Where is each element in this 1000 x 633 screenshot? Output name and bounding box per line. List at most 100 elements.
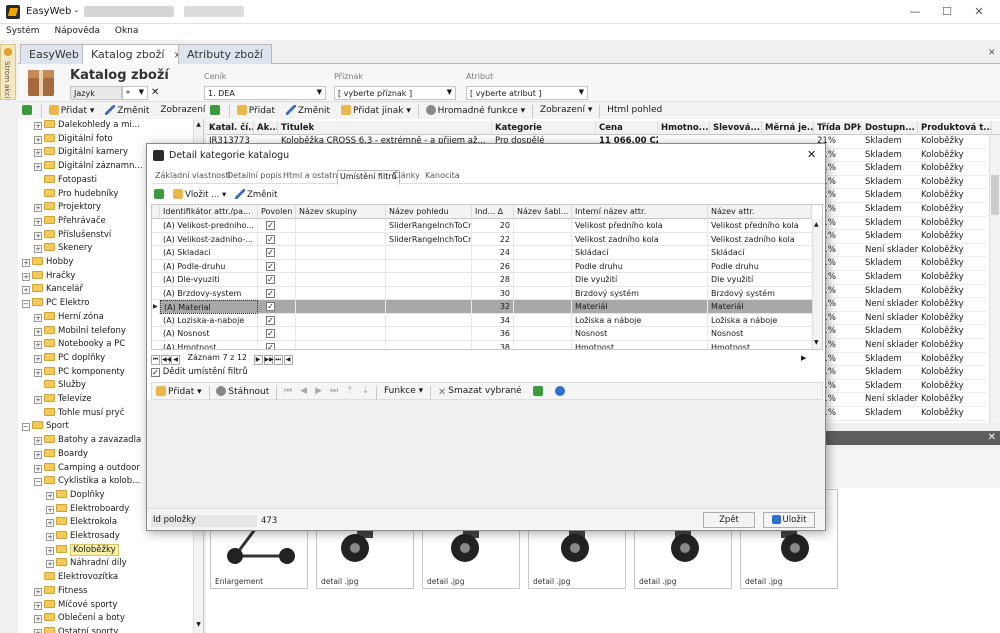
expand-icon[interactable]: + (34, 163, 42, 172)
nav-prev-icon[interactable]: ◀ (296, 383, 311, 396)
dialog-close-button[interactable]: ✕ (807, 148, 816, 161)
dialog-tab[interactable]: Články (391, 170, 422, 180)
tree-node[interactable]: Fotopasti (34, 174, 97, 188)
close-all-tabs-icon[interactable]: ✕ (988, 48, 996, 58)
tree-node[interactable]: + Fitness (34, 585, 87, 599)
expand-icon[interactable]: + (34, 313, 42, 322)
tab-atributy-zbozi[interactable]: Atributy zboží (178, 44, 272, 64)
tree-node[interactable]: + Digitální kamery (34, 146, 128, 160)
save-button[interactable]: Uložit (763, 512, 815, 528)
table-row[interactable]: (A) Podle-druhu ✓ 26 Podle druhu Podle druhu (152, 259, 820, 273)
scroll-left-button[interactable]: ◀ (283, 355, 293, 365)
tree-node[interactable]: Tohle musí pryč (34, 407, 124, 421)
filter-column-header[interactable]: Název šabl... (514, 205, 572, 219)
first-record-button[interactable]: ⏮ (151, 355, 160, 365)
nav-last-icon[interactable]: ⏭ (326, 383, 342, 396)
tree-node[interactable]: + Herní zóna (34, 311, 104, 325)
grid-column-header[interactable]: Kategorie (492, 121, 596, 135)
expand-icon[interactable]: + (34, 450, 42, 459)
enabled-checkbox[interactable]: ✓ (266, 315, 275, 325)
grid-view-button[interactable]: Zobrazení ▾ (536, 102, 596, 115)
expand-icon[interactable]: + (34, 135, 42, 144)
insert-button[interactable]: Vložit ... ▾ (173, 189, 226, 200)
enabled-checkbox[interactable]: ✓ (266, 248, 275, 257)
tree-node[interactable]: + Digitální foto (34, 133, 113, 147)
tree-node[interactable]: Služby (34, 379, 86, 393)
expand-icon[interactable]: + (34, 615, 42, 624)
expand-icon[interactable]: + (34, 354, 42, 363)
grid-column-header[interactable]: Produktová t... (918, 121, 992, 135)
enabled-checkbox[interactable]: ✓ (266, 302, 275, 311)
dialog-edit-button[interactable]: Změnit (235, 189, 277, 200)
enabled-checkbox[interactable]: ✓ (266, 342, 275, 349)
tree-node[interactable]: + Přehrávače (34, 215, 106, 229)
dialog-tab[interactable]: Detailní popis (225, 170, 284, 180)
tree-node[interactable]: + Dalekohledy a mi... (34, 119, 140, 133)
tree-node[interactable]: + Notebooky a PC (34, 338, 125, 352)
enabled-checkbox[interactable]: ✓ (266, 234, 275, 244)
tree-node[interactable]: − Sport (22, 420, 69, 434)
functions-button[interactable]: Funkce ▾ (380, 383, 427, 396)
tree-node[interactable]: + Hobby (22, 256, 73, 270)
grid-add-other-button[interactable]: Přidat jinak ▾ (337, 102, 415, 116)
cenik-select[interactable]: 1. DEA ▼ (204, 86, 326, 100)
expand-icon[interactable]: + (46, 560, 54, 569)
nav-first-icon[interactable]: ⏮ (280, 383, 296, 396)
collapse-icon[interactable]: − (22, 423, 30, 432)
dialog-tab[interactable]: Kanocita (423, 170, 462, 180)
priznak-select[interactable]: [ vyberte příznak ] ▼ (334, 86, 456, 100)
table-row[interactable]: (A) Brzdovy-system ✓ 30 Brzdový systém Brzdo… (152, 286, 820, 300)
expand-icon[interactable]: + (34, 396, 42, 404)
tree-node[interactable]: + Elektrokola (46, 516, 117, 530)
grid-column-header[interactable]: Hmotno... (658, 121, 710, 135)
filter-grid[interactable]: Identifikátor attr./pa... Povolen Název sk… (151, 204, 823, 350)
filter-column-header[interactable]: Povolen (258, 205, 296, 219)
html-view-button[interactable]: Html pohled (603, 102, 666, 115)
grid-column-header[interactable]: Ak... (254, 121, 278, 135)
close-panel-icon[interactable]: ✕ (988, 432, 996, 443)
expand-icon[interactable]: + (22, 272, 30, 281)
enabled-checkbox[interactable]: ✓ (266, 329, 275, 338)
prev-record-button[interactable]: ◀ (171, 355, 180, 365)
bulk-functions-button[interactable]: Hromadné funkce ▾ (422, 102, 530, 116)
next-page-button[interactable]: ▶▶ (263, 355, 274, 365)
scroll-up-icon[interactable]: ▲ (194, 121, 203, 131)
expand-icon[interactable]: + (34, 368, 42, 377)
back-button[interactable]: Zpět (703, 512, 755, 528)
tree-node[interactable]: Pro hudebníky (34, 188, 118, 202)
grid-column-header[interactable]: Titulek (278, 121, 492, 135)
maximize-button[interactable]: ☐ (932, 3, 962, 21)
clear-language-icon[interactable]: ✕ (151, 87, 159, 98)
tree-node[interactable]: + Příslušenství (34, 229, 111, 243)
tree-node[interactable]: + Koloběžky (46, 543, 119, 558)
inherit-filters-checkbox[interactable]: ✓ (151, 368, 160, 377)
dialog-tab[interactable]: Základní vlastnosti (153, 170, 233, 180)
enabled-checkbox[interactable]: ✓ (266, 275, 275, 284)
tree-node[interactable]: + Míčové sporty (34, 599, 117, 613)
tree-node[interactable]: + Digitální záznamn... (34, 160, 143, 174)
expand-icon[interactable]: + (46, 546, 54, 555)
menu-help[interactable]: Nápověda (48, 24, 106, 36)
filter-column-header[interactable]: Ind... ∆ (472, 205, 514, 219)
grid-add-button[interactable]: Přidat (233, 102, 279, 116)
expand-icon[interactable]: + (34, 204, 42, 213)
enabled-checkbox[interactable]: ✓ (266, 221, 275, 230)
grid-column-header[interactable]: Slevová... (710, 121, 762, 135)
atribut-select[interactable]: [ vyberte atribut ] ▼ (466, 86, 588, 100)
tree-node[interactable]: + PC komponenty (34, 366, 125, 380)
filter-grid-scrollbar[interactable]: ▲ ▼ (812, 219, 822, 349)
tree-node[interactable]: + Oblečení a boty (34, 612, 125, 626)
dialog-refresh-button[interactable] (154, 189, 166, 200)
tab-katalog-zbozi[interactable]: Katalog zboží ✕ (82, 44, 191, 65)
expand-icon[interactable]: + (46, 491, 54, 500)
expand-icon[interactable]: + (34, 327, 42, 336)
tree-node[interactable]: + Hračky (22, 270, 75, 284)
table-row[interactable]: ▶ (A) Material ✓ 32 Materiál Materiál (152, 300, 820, 314)
expand-icon[interactable]: + (34, 217, 42, 226)
collapse-icon[interactable]: − (34, 478, 42, 487)
expand-icon[interactable]: + (34, 149, 42, 158)
last-record-button[interactable]: ⏭ (273, 355, 283, 365)
minimize-button[interactable]: — (900, 3, 930, 21)
tree-node[interactable]: + Batohy a zavazadla (34, 434, 141, 448)
tree-node[interactable]: − PC Elektro (22, 297, 90, 311)
